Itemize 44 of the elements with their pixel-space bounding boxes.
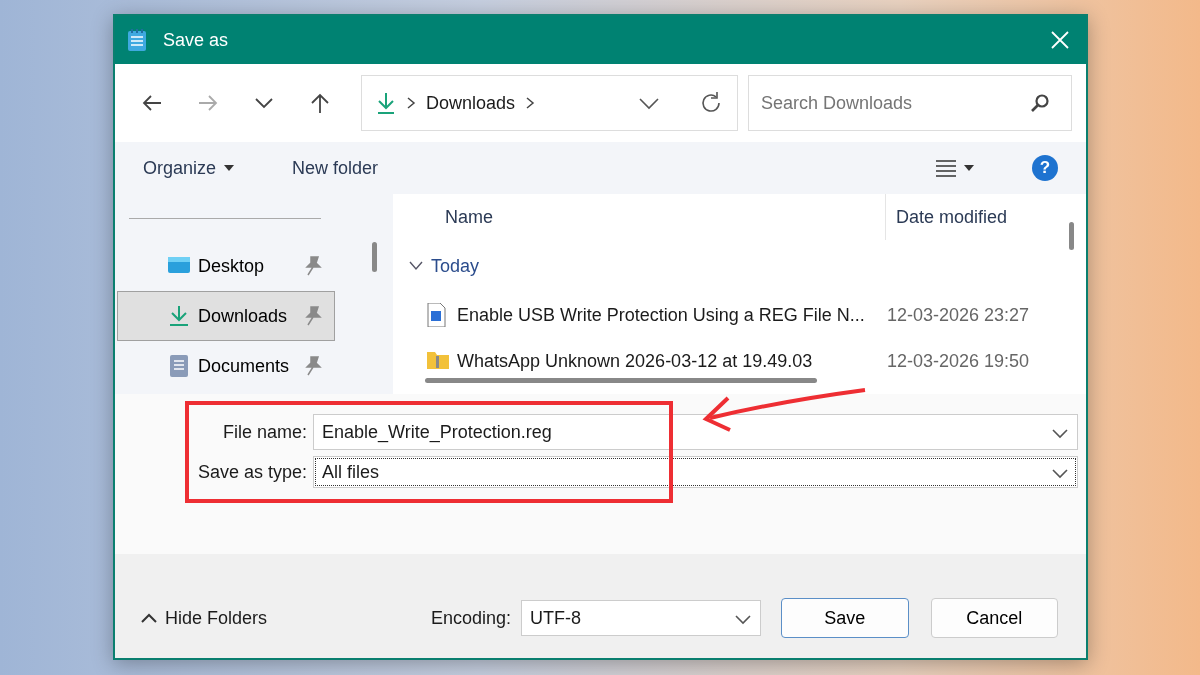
cancel-button[interactable]: Cancel <box>930 598 1058 638</box>
up-arrow-icon[interactable] <box>309 92 331 114</box>
column-header[interactable]: Date modified <box>885 194 1008 240</box>
download-icon <box>376 92 396 114</box>
chevron-down-icon[interactable] <box>639 96 659 111</box>
notepad-icon <box>127 28 147 52</box>
refresh-icon[interactable] <box>699 91 723 115</box>
file-name-field[interactable]: Enable_Write_Protection.reg <box>313 414 1078 450</box>
address-bar[interactable]: Downloads <box>361 75 738 131</box>
sidebar-item[interactable]: Downloads <box>117 291 335 341</box>
chevron-up-icon <box>141 613 157 623</box>
file-name[interactable]: Enable USB Write Protection Using a REG File N... <box>457 301 887 329</box>
column-header[interactable]: Name <box>445 203 885 231</box>
hide-folders-button[interactable]: Hide Folders <box>127 600 282 636</box>
sidebar-item[interactable]: Desktop <box>117 241 335 291</box>
encoding-dropdown[interactable]: UTF-8 <box>521 600 762 636</box>
search-icon <box>1030 93 1050 113</box>
chevron-right-icon <box>525 96 536 110</box>
organize-menu-button[interactable]: Organize <box>129 150 249 186</box>
field-label: File name: <box>221 420 307 444</box>
chevron-right-icon <box>406 96 416 110</box>
registry-file-icon <box>427 303 449 327</box>
file-name[interactable]: WhatsApp Unknown 2026-03-12 at 19.49.03 <box>457 347 887 375</box>
sidebar-item[interactable]: Documents <box>117 341 335 391</box>
search-field[interactable]: Search Downloads <box>748 75 1072 131</box>
breadcrumb-item[interactable]: Downloads <box>426 89 516 117</box>
encoding-label: Encoding: <box>431 606 512 630</box>
document-icon <box>168 355 190 377</box>
caret-icon <box>964 165 974 171</box>
download-icon <box>168 305 190 327</box>
help-button[interactable]: ? <box>1032 155 1058 181</box>
file-date: 12-03-2026 19:50 <box>887 349 1030 373</box>
scrollbar-thumb[interactable] <box>372 242 377 272</box>
new-folder-button[interactable]: New folder <box>278 150 393 186</box>
list-view-icon <box>936 159 956 177</box>
group-header[interactable]: Today <box>393 240 1086 292</box>
scrollbar-thumb[interactable] <box>425 378 817 383</box>
window-title: Save as <box>163 28 229 52</box>
save-button[interactable]: Save <box>781 598 909 638</box>
field-label: Save as type: <box>196 460 307 484</box>
file-date: 12-03-2026 23:27 <box>887 303 1030 327</box>
caret-icon <box>224 165 235 171</box>
scrollbar-thumb[interactable] <box>1069 222 1074 250</box>
save-type-dropdown[interactable]: All files <box>313 456 1078 488</box>
